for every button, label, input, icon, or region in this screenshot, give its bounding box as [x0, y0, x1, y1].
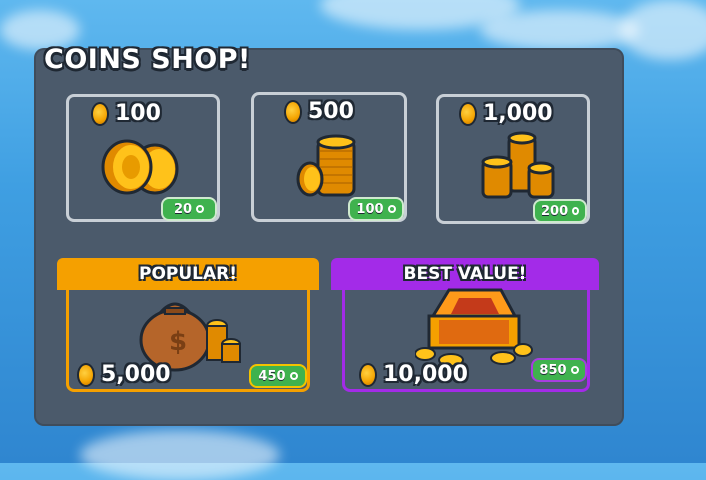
- price-button[interactable]: 20: [161, 197, 217, 221]
- robux-icon: [572, 207, 579, 215]
- price-label: 450: [258, 368, 286, 384]
- svg-text:$: $: [169, 327, 187, 357]
- coin-pack-5000[interactable]: $ 5,000 450: [66, 290, 310, 392]
- pack-amount: 5,000: [77, 362, 171, 387]
- pack-amount: 500: [284, 99, 354, 124]
- coin-stack-icon: [296, 134, 356, 197]
- price-label: 200: [541, 203, 569, 219]
- pack-amount-text: 500: [308, 99, 354, 124]
- coin-icon: [359, 363, 377, 387]
- robux-icon: [570, 366, 579, 374]
- robux-icon: [289, 372, 298, 380]
- robux-icon: [196, 205, 205, 213]
- pack-amount: 100: [91, 101, 161, 126]
- coin-stack-icon: [481, 131, 555, 199]
- coin-pack-100[interactable]: 100 20: [66, 94, 220, 222]
- pack-amount: 1,000: [459, 101, 553, 126]
- coin-icon: [459, 102, 477, 126]
- money-bag-icon: $: [139, 302, 241, 372]
- pack-amount: 10,000: [359, 362, 468, 387]
- price-button[interactable]: 450: [249, 364, 307, 388]
- price-label: 100: [356, 201, 384, 217]
- price-button[interactable]: 850: [531, 358, 587, 382]
- coin-icon: [284, 100, 302, 124]
- coin-icon: [77, 363, 95, 387]
- coin-pack-500[interactable]: 500 100: [251, 92, 407, 222]
- coin-pack-10000[interactable]: 10,000 850: [342, 288, 590, 392]
- coin-pack-1000[interactable]: 1,000 200: [436, 94, 590, 224]
- shop-title: COINS SHOP!: [44, 44, 251, 75]
- pack-amount-text: 1,000: [483, 101, 553, 126]
- price-button[interactable]: 100: [348, 197, 404, 221]
- robux-icon: [387, 205, 396, 213]
- pack-amount-text: 5,000: [101, 362, 171, 387]
- coin-stack-icon: [101, 139, 179, 195]
- price-label: 20: [173, 201, 193, 217]
- price-label: 850: [539, 362, 567, 378]
- pack-amount-text: 10,000: [383, 362, 468, 387]
- coin-icon: [91, 102, 109, 126]
- pack-amount-text: 100: [115, 101, 161, 126]
- price-button[interactable]: 200: [533, 199, 587, 223]
